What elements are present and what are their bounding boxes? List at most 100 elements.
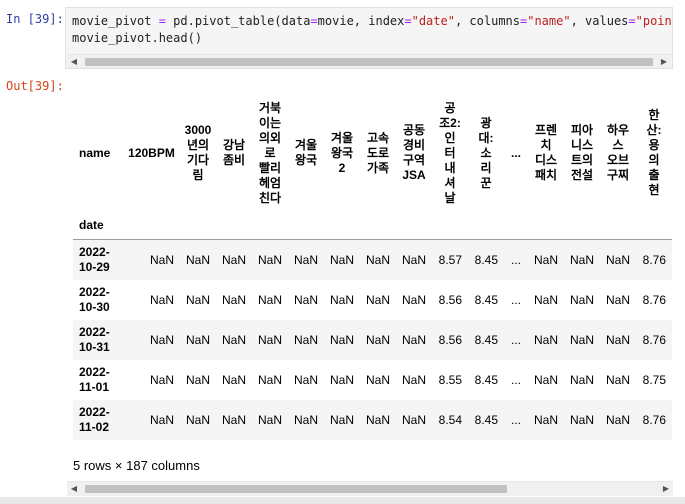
column-header-line: 용 bbox=[648, 138, 660, 152]
table-cell: 8.55 bbox=[438, 372, 462, 387]
table-cell: NaN bbox=[569, 412, 594, 427]
column-header: 겨울 왕국 2 bbox=[324, 94, 360, 212]
row-index-date: 2022- 11-02 bbox=[73, 400, 123, 440]
dataframe-shape: 5 rows × 187 columns bbox=[73, 458, 200, 473]
table-cell: NaN bbox=[569, 252, 594, 267]
row-index-line: 10-29 bbox=[79, 259, 110, 274]
row-index-line: 11-02 bbox=[79, 419, 110, 434]
table-cell: NaN bbox=[329, 412, 354, 427]
index-name: date bbox=[73, 212, 123, 240]
column-header: 강남 좀비 bbox=[216, 94, 252, 212]
table-cell: 8.76 bbox=[642, 412, 666, 427]
row-index-line: 2022- bbox=[79, 284, 110, 299]
table-cell: NaN bbox=[605, 292, 630, 307]
column-header-line: 날 bbox=[444, 190, 456, 205]
column-header: 겨울 왕국 bbox=[288, 94, 324, 212]
table-cell: 8.76 bbox=[642, 292, 666, 307]
table-row: 2022- 11-02 NaN NaN NaN NaN NaN NaN NaN NaN 8.54 8.… bbox=[73, 399, 672, 440]
column-header-line: 공 bbox=[444, 100, 456, 115]
table-cell: ... bbox=[510, 252, 521, 267]
columns-name: name bbox=[79, 145, 111, 160]
row-index-line: 10-30 bbox=[79, 299, 110, 314]
column-header: 120BPM bbox=[123, 94, 180, 212]
table-cell: NaN bbox=[293, 292, 318, 307]
scroll-left-icon[interactable]: ◀ bbox=[67, 482, 81, 496]
table-cell: 8.54 bbox=[438, 412, 462, 427]
table-cell: NaN bbox=[365, 292, 390, 307]
table-cell: NaN bbox=[365, 372, 390, 387]
table-cell: NaN bbox=[185, 252, 210, 267]
code-horizontal-scrollbar[interactable]: ◀ ▶ bbox=[67, 54, 671, 68]
column-header-line: 오브 bbox=[606, 153, 630, 167]
table-cell: NaN bbox=[257, 332, 282, 347]
table-cell: 8.56 bbox=[438, 292, 462, 307]
output-prompt: Out[39]: bbox=[6, 79, 64, 93]
table-row: 2022- 10-31 NaN NaN NaN NaN NaN NaN NaN NaN 8.56 8.… bbox=[73, 319, 672, 360]
output-scrollbar-thumb[interactable] bbox=[85, 485, 507, 493]
row-index-line: 2022- bbox=[79, 364, 110, 379]
table-cell: 8.76 bbox=[642, 252, 666, 267]
column-header-line: 산: bbox=[646, 123, 662, 137]
table-cell: NaN bbox=[401, 372, 426, 387]
column-header: 한 산: 용 의 출 현 bbox=[636, 94, 672, 212]
index-name-row-cell bbox=[564, 212, 600, 240]
index-name-row-cell bbox=[180, 212, 216, 240]
column-header-line: 광 bbox=[480, 115, 492, 130]
row-index-line: 2022- bbox=[79, 324, 110, 339]
column-header-line: 한 bbox=[648, 108, 660, 122]
table-cell: 8.45 bbox=[474, 372, 498, 387]
table-cell: NaN bbox=[401, 412, 426, 427]
column-header-line: 내 bbox=[444, 160, 456, 175]
column-header-line: 니스 bbox=[570, 138, 594, 152]
column-header-line: 림 bbox=[192, 168, 204, 182]
column-header-line: 출 bbox=[648, 168, 660, 182]
column-header-line: 구찌 bbox=[606, 168, 630, 182]
table-cell: NaN bbox=[329, 252, 354, 267]
table-cell: NaN bbox=[605, 372, 630, 387]
column-header-line: 도로 bbox=[366, 145, 390, 160]
column-header-line: 공동 bbox=[402, 123, 426, 137]
table-cell: NaN bbox=[221, 412, 246, 427]
row-index-line: 11-01 bbox=[79, 379, 110, 394]
table-cell: NaN bbox=[149, 372, 174, 387]
table-cell: NaN bbox=[185, 372, 210, 387]
column-header-line: 패치 bbox=[534, 168, 558, 182]
table-cell: NaN bbox=[365, 412, 390, 427]
column-header-line: 120BPM bbox=[128, 145, 175, 160]
code-cell[interactable]: movie_pivot = pd.pivot_table(data=movie,… bbox=[65, 7, 673, 69]
table-cell: NaN bbox=[149, 412, 174, 427]
index-name-row-cell bbox=[324, 212, 360, 240]
scroll-right-icon[interactable]: ▶ bbox=[657, 55, 671, 68]
column-header-line: 조2: bbox=[439, 115, 461, 130]
table-cell: NaN bbox=[293, 372, 318, 387]
column-header-line: 대: bbox=[478, 130, 494, 145]
table-cell: NaN bbox=[185, 332, 210, 347]
column-header: 3000 년의 기다 림 bbox=[180, 94, 216, 212]
index-name-row-cell bbox=[252, 212, 288, 240]
column-header-line: 고속 bbox=[366, 130, 390, 145]
scroll-left-icon[interactable]: ◀ bbox=[67, 55, 81, 68]
row-index-date: 2022- 11-01 bbox=[73, 360, 123, 400]
column-header: 피아 니스 트의 전설 bbox=[564, 94, 600, 212]
column-header-line: 기다 bbox=[186, 153, 210, 167]
column-header-line: ... bbox=[510, 145, 521, 160]
column-header-line: 경비 bbox=[402, 138, 426, 152]
table-cell: NaN bbox=[185, 412, 210, 427]
column-header: 고속 도로 가족 bbox=[360, 94, 396, 212]
table-cell: NaN bbox=[185, 292, 210, 307]
scroll-right-icon[interactable]: ▶ bbox=[659, 482, 673, 496]
column-header: 공 조2: 인 터 내 셔 날 bbox=[432, 94, 468, 212]
column-header-line: 3000 bbox=[184, 123, 212, 137]
table-cell: ... bbox=[510, 332, 521, 347]
column-header-line: 소 bbox=[480, 145, 492, 160]
column-header-line: 트의 bbox=[570, 153, 594, 167]
code-scrollbar-thumb[interactable] bbox=[85, 58, 653, 66]
table-cell: 8.75 bbox=[642, 372, 666, 387]
column-header-line: 의외 bbox=[258, 130, 282, 145]
table-cell: NaN bbox=[401, 332, 426, 347]
output-horizontal-scrollbar[interactable]: ◀ ▶ bbox=[67, 481, 673, 496]
column-header-line: 프렌 bbox=[534, 123, 558, 137]
index-name-row-cell bbox=[396, 212, 432, 240]
table-cell: NaN bbox=[329, 372, 354, 387]
table-cell: NaN bbox=[365, 332, 390, 347]
